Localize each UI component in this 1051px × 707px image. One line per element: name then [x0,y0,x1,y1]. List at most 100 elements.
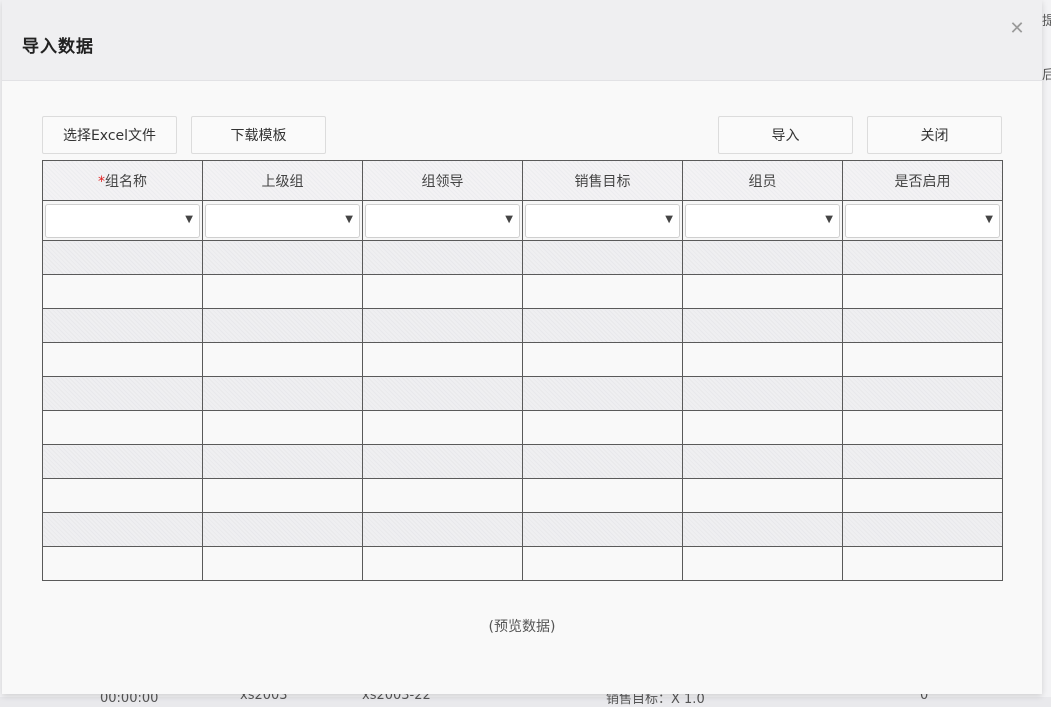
table-cell [202,478,363,513]
table-cell [682,444,843,479]
table-cell [202,342,363,377]
column-mapping-select[interactable]: ▼ [45,203,200,238]
mapping-cell: ▼ [362,200,523,241]
table-cell [682,240,843,275]
table-row [42,308,1003,343]
column-header-group-leader: 组领导 [362,160,523,201]
column-header-sales-target: 销售目标 [522,160,683,201]
table-cell [842,308,1003,343]
table-cell [362,376,523,411]
table-header-row: *组名称 上级组 组领导 销售目标 组员 是否启用 [42,160,1003,201]
column-header-enabled: 是否启用 [842,160,1003,201]
column-mapping-select[interactable]: ▼ [845,203,1000,238]
table-cell [682,478,843,513]
table-cell [362,478,523,513]
table-cell [202,308,363,343]
dialog-header: 导入数据 ✕ [2,0,1042,81]
column-label: 销售目标 [574,173,631,190]
table-row [42,240,1003,275]
dropdown-arrow-icon: ▼ [985,213,993,225]
table-cell [42,240,203,275]
table-cell [202,376,363,411]
dropdown-arrow-icon: ▼ [345,213,353,225]
table-cell [42,478,203,513]
table-cell [522,274,683,309]
table-row [42,478,1003,513]
table-cell [202,410,363,445]
table-cell [842,410,1003,445]
table-cell [42,410,203,445]
table-cell [842,274,1003,309]
mapping-cell: ▼ [202,200,363,241]
column-mapping-select[interactable]: ▼ [525,203,680,238]
close-button[interactable]: 关闭 [867,116,1002,154]
table-cell [362,546,523,581]
table-row [42,376,1003,411]
table-cell [522,342,683,377]
column-header-group-name: *组名称 [42,160,203,201]
table-cell [42,546,203,581]
download-template-button[interactable]: 下载模板 [191,116,326,154]
mapping-cell: ▼ [42,200,203,241]
background-text-fragment: 提 [1042,14,1051,29]
table-cell [42,274,203,309]
table-cell [362,512,523,547]
column-mapping-select[interactable]: ▼ [685,203,840,238]
column-header-parent-group: 上级组 [202,160,363,201]
table-cell [842,342,1003,377]
table-row [42,444,1003,479]
table-cell [522,308,683,343]
table-cell [522,376,683,411]
table-cell [682,342,843,377]
column-mapping-select[interactable]: ▼ [365,203,520,238]
table-cell [842,512,1003,547]
table-cell [682,512,843,547]
table-cell [362,308,523,343]
table-row [42,546,1003,581]
table-cell [522,512,683,547]
table-cell [842,546,1003,581]
table-cell [522,478,683,513]
column-label: 组员 [748,173,777,190]
table-cell [42,342,203,377]
dropdown-arrow-icon: ▼ [185,213,193,225]
table-cell [362,444,523,479]
select-excel-button[interactable]: 选择Excel文件 [42,116,177,154]
table-cell [202,240,363,275]
dropdown-arrow-icon: ▼ [665,213,673,225]
table-cell [42,444,203,479]
column-label: 组领导 [421,173,464,190]
table-cell [682,376,843,411]
column-label: 是否启用 [894,173,951,190]
table-row [42,274,1003,309]
table-cell [842,444,1003,479]
table-cell [202,546,363,581]
required-mark: * [98,173,105,190]
table-cell [522,410,683,445]
mapping-cell: ▼ [842,200,1003,241]
table-row [42,410,1003,445]
dialog-title: 导入数据 [22,37,94,57]
table-cell [42,376,203,411]
table-cell [842,240,1003,275]
column-label: 上级组 [261,173,304,190]
table-cell [522,546,683,581]
table-cell [42,512,203,547]
table-row [42,342,1003,377]
close-icon[interactable]: ✕ [1006,18,1028,40]
import-dialog: 导入数据 ✕ 选择Excel文件 下载模板 导入 关闭 *组名称 上级组 组领导… [2,0,1042,694]
table-cell [202,512,363,547]
table-cell [362,274,523,309]
dropdown-arrow-icon: ▼ [825,213,833,225]
import-button[interactable]: 导入 [718,116,853,154]
column-mapping-select[interactable]: ▼ [205,203,360,238]
table-cell [362,342,523,377]
table-body [42,240,1003,581]
column-header-members: 组员 [682,160,843,201]
table-cell [682,546,843,581]
dropdown-arrow-icon: ▼ [505,213,513,225]
table-cell [362,240,523,275]
mapping-cell: ▼ [522,200,683,241]
table-cell [42,308,203,343]
import-preview-table: *组名称 上级组 组领导 销售目标 组员 是否启用 ▼ ▼ ▼ ▼ ▼ ▼ [42,160,1003,581]
